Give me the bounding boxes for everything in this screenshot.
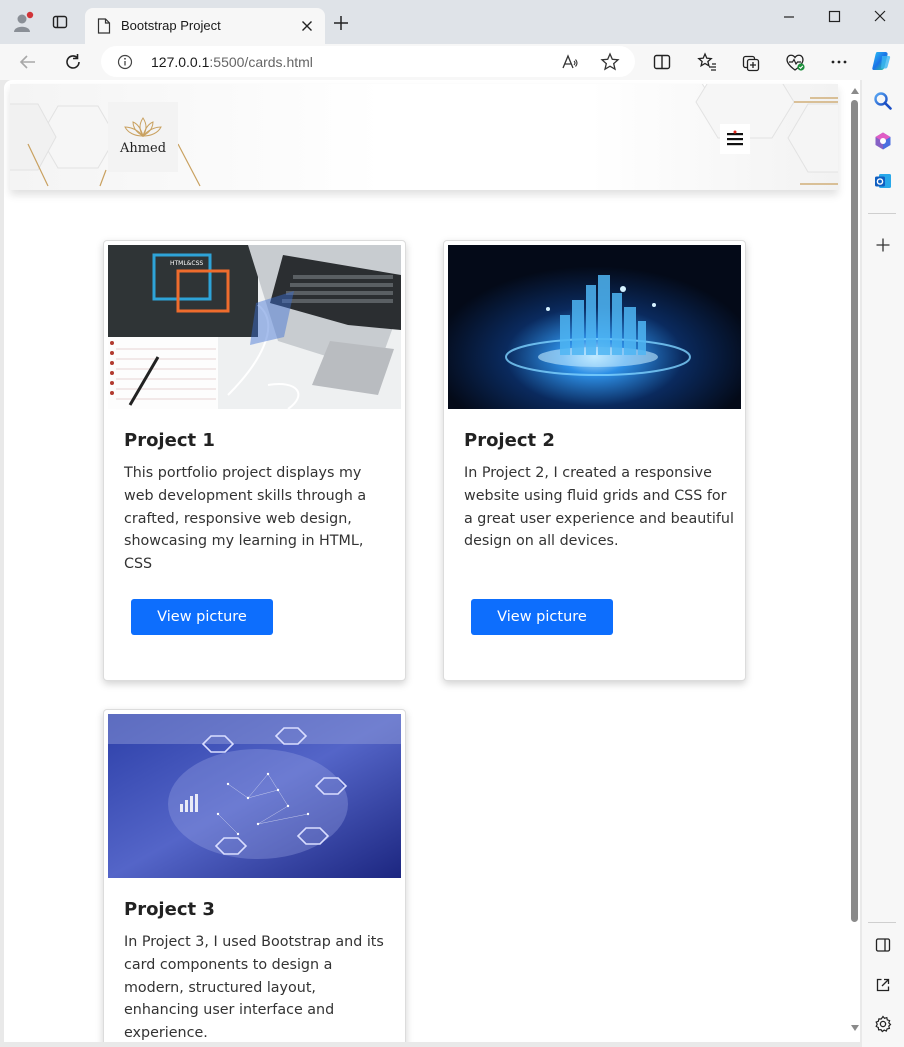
card-title: Project 2 [464, 430, 555, 451]
collections-icon[interactable] [740, 51, 762, 73]
office-icon[interactable] [873, 131, 893, 151]
minimize-icon[interactable] [775, 6, 803, 28]
close-window-icon[interactable] [866, 6, 894, 28]
page-scrollbar[interactable] [848, 80, 860, 1042]
favorites-icon[interactable] [696, 51, 718, 73]
copilot-icon[interactable] [869, 49, 893, 73]
card-text: This portfolio project displays my web d… [124, 465, 367, 573]
favorite-star-icon[interactable] [600, 52, 620, 72]
outlook-icon[interactable] [873, 171, 893, 191]
info-icon[interactable] [117, 54, 133, 70]
title-bar: Bootstrap Project [0, 0, 904, 44]
project-card-2: Project 2 In Project 2, I created a resp… [443, 240, 746, 681]
header-banner: Ahmed [10, 84, 838, 190]
refresh-icon[interactable] [62, 51, 84, 73]
add-icon[interactable] [873, 235, 893, 255]
tab-bootstrap-project[interactable]: Bootstrap Project [85, 8, 325, 44]
card-image-city [448, 245, 741, 409]
profile-icon[interactable] [12, 11, 34, 33]
card-text: In Project 3, I used Bootstrap and its c… [124, 934, 384, 1042]
split-screen-icon[interactable] [651, 51, 673, 73]
close-tab-icon[interactable] [299, 18, 315, 34]
card-image-laptop: HTML&CSS [108, 245, 401, 409]
browser-essentials-icon[interactable] [784, 51, 806, 73]
card-title: Project 1 [124, 430, 215, 451]
read-aloud-icon[interactable] [561, 53, 579, 71]
sidebar-divider [868, 213, 896, 214]
back-icon[interactable] [17, 51, 39, 73]
page-viewport: Ahmed HTML&CSS Project 1 This portfolio … [4, 80, 860, 1042]
open-external-icon[interactable] [873, 975, 893, 995]
scroll-up-arrow-icon[interactable] [851, 88, 859, 94]
url-field[interactable]: 127.0.0.1:5500/cards.html [101, 46, 635, 77]
address-bar: 127.0.0.1:5500/cards.html [0, 44, 904, 80]
lotus-icon [124, 117, 162, 137]
new-tab-icon[interactable] [332, 14, 350, 32]
tab-title: Bootstrap Project [121, 18, 221, 33]
url-text: 127.0.0.1:5500/cards.html [151, 53, 313, 71]
view-picture-button[interactable]: View picture [131, 599, 273, 635]
sidebar-toggle-icon[interactable] [873, 935, 893, 955]
card-text: In Project 2, I created a responsive web… [464, 465, 734, 550]
settings-icon[interactable] [873, 1014, 893, 1034]
edge-sidebar [862, 80, 904, 1047]
project-card-1: HTML&CSS Project 1 This portfolio projec… [103, 240, 406, 681]
page-icon [97, 18, 111, 34]
maximize-icon[interactable] [820, 6, 848, 28]
card-image-network [108, 714, 401, 878]
logo-text: Ahmed [119, 141, 167, 156]
more-icon[interactable] [828, 51, 850, 73]
tab-actions-icon[interactable] [52, 14, 68, 30]
search-icon[interactable] [873, 91, 893, 111]
view-picture-button[interactable]: View picture [471, 599, 613, 635]
card-title: Project 3 [124, 899, 215, 920]
project-card-3: Project 3 In Project 3, I used Bootstrap… [103, 709, 406, 1042]
url-path: :5500/cards.html [209, 54, 313, 70]
sidebar-divider [868, 922, 896, 923]
menu-icon[interactable] [720, 124, 750, 154]
logo[interactable]: Ahmed [108, 102, 178, 172]
scroll-down-arrow-icon[interactable] [851, 1025, 859, 1031]
scrollbar-thumb[interactable] [851, 100, 858, 922]
url-host: 127.0.0.1 [151, 54, 210, 70]
book-title: HTML&CSS [170, 260, 203, 267]
